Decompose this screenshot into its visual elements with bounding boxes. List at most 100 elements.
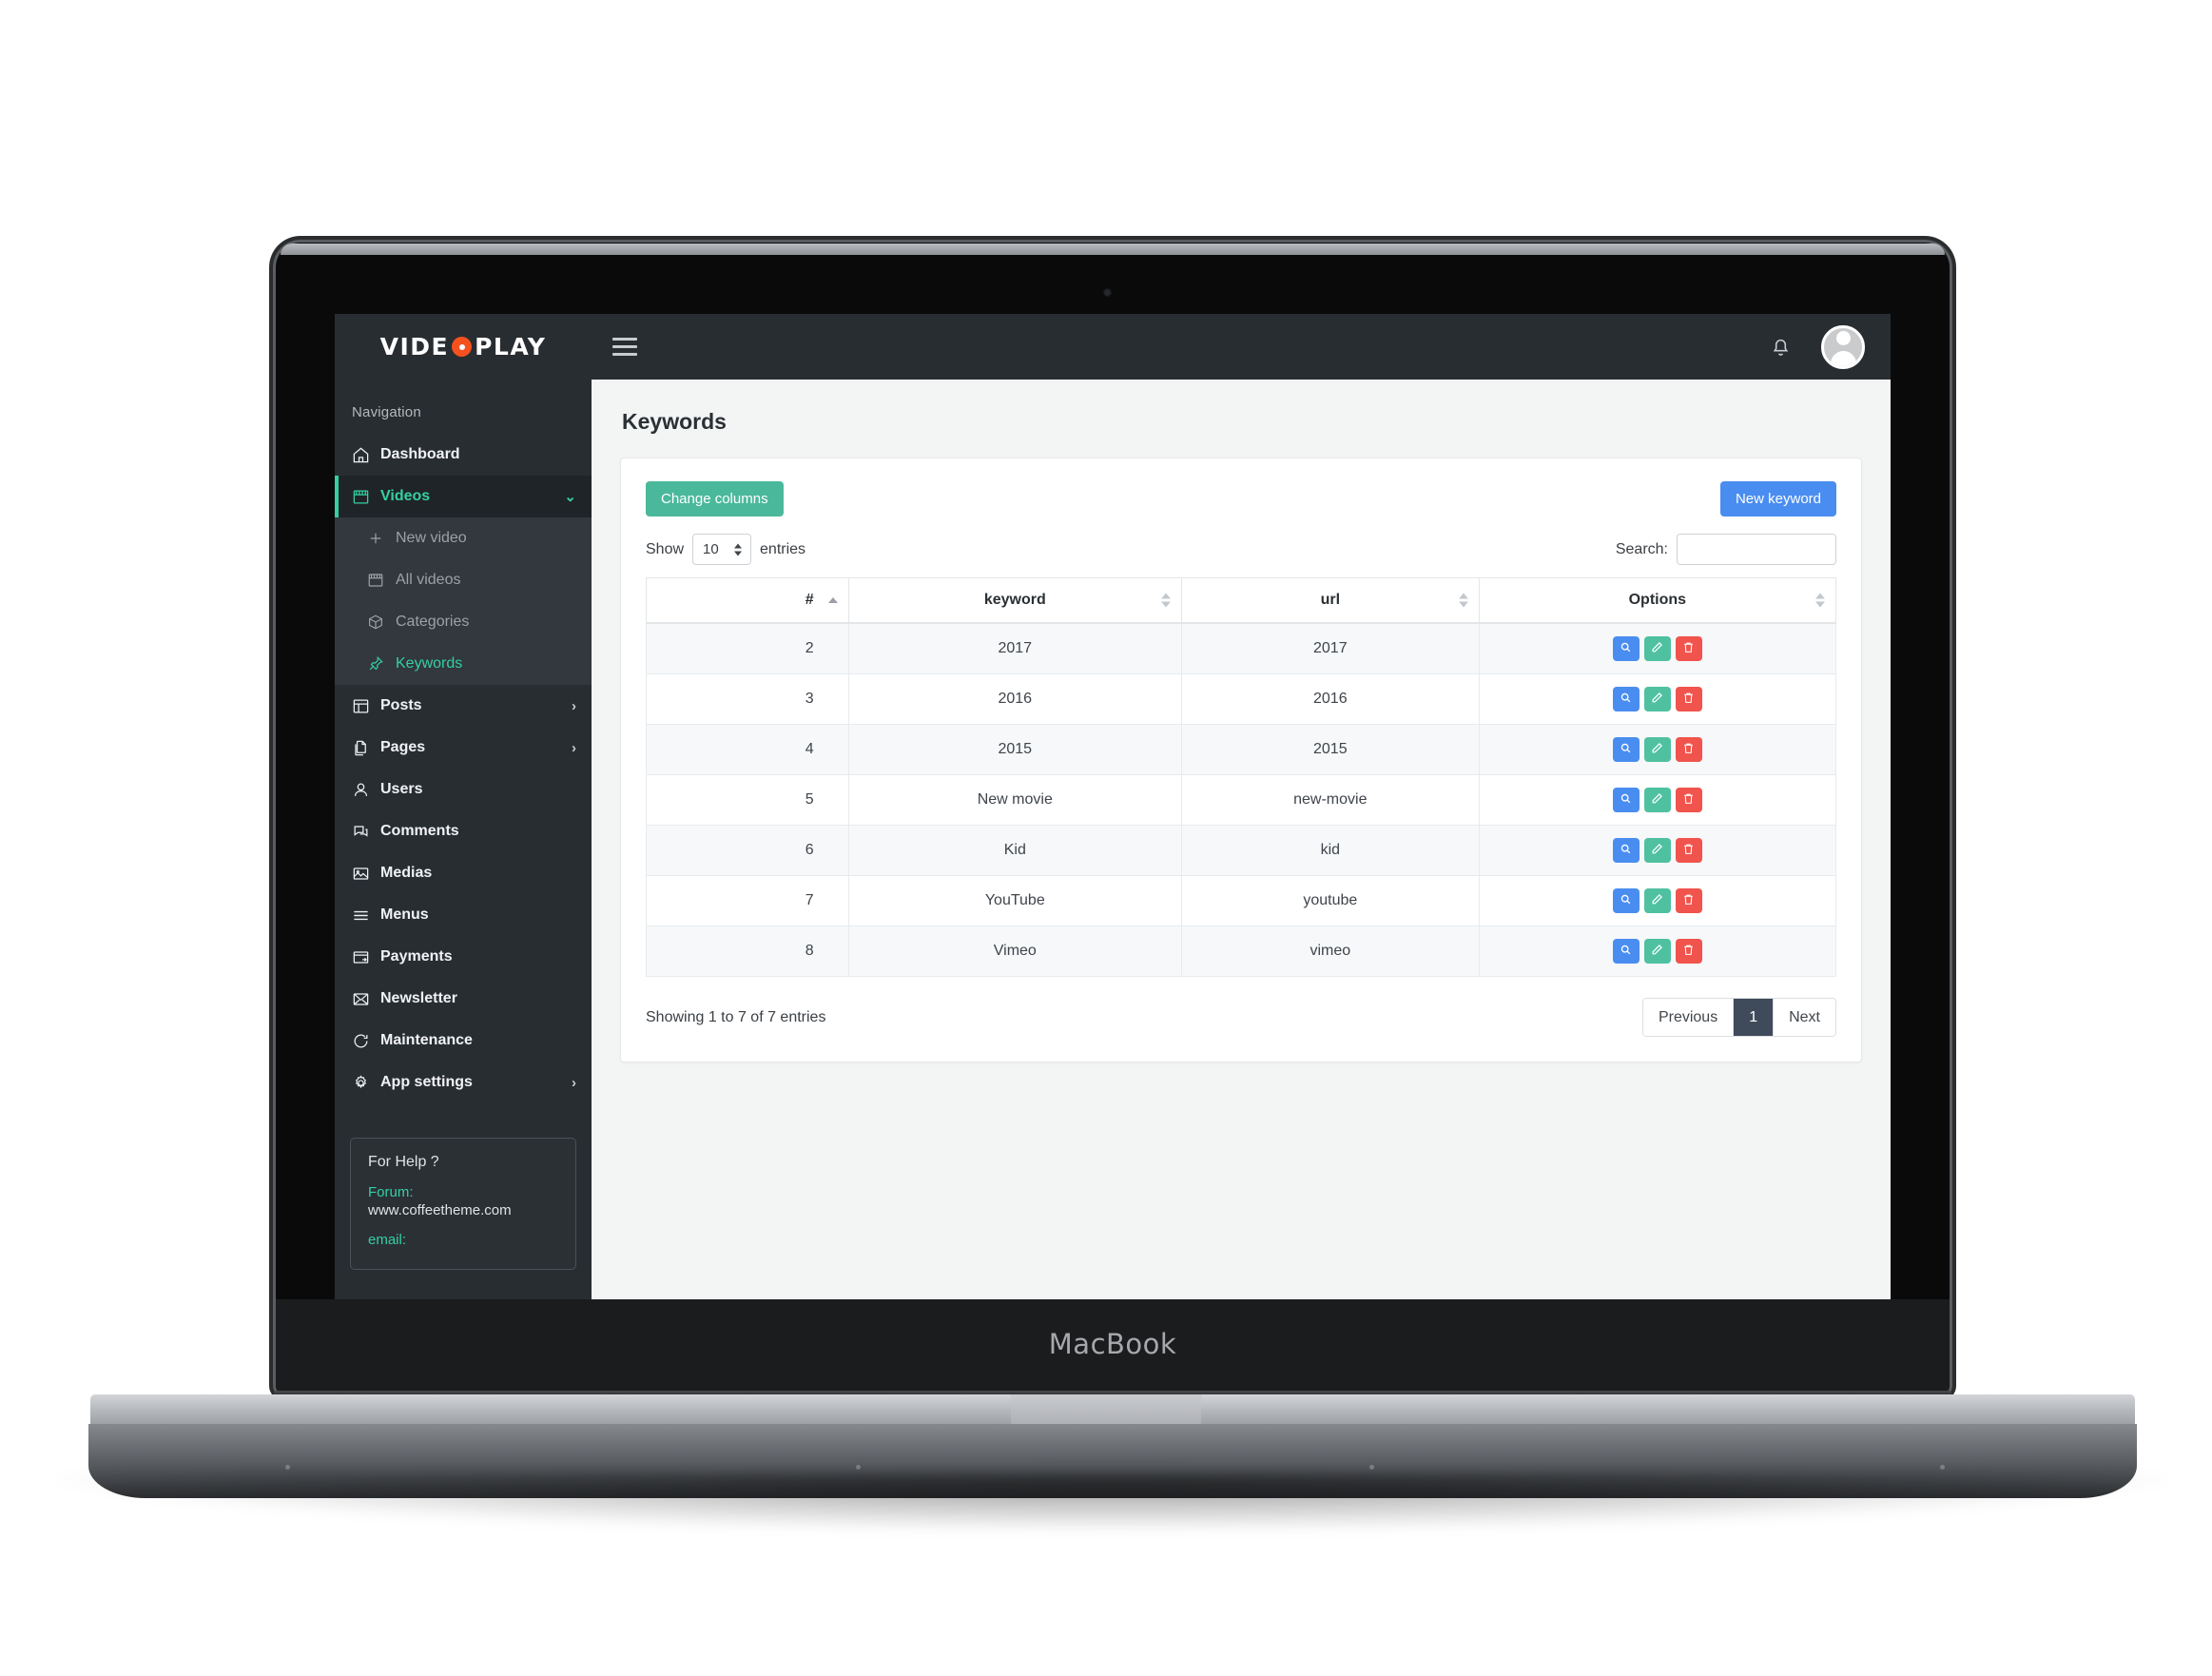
comments-icon: [352, 823, 380, 841]
pagination-next[interactable]: Next: [1774, 999, 1835, 1037]
cell-number: 7: [646, 875, 849, 926]
sidebar-subitem-new-video[interactable]: New video: [335, 517, 592, 559]
sidebar-item-newsletter[interactable]: Newsletter: [335, 978, 592, 1020]
page-length-select[interactable]: 10: [692, 534, 752, 565]
edit-button[interactable]: [1643, 838, 1671, 863]
cell-url: kid: [1180, 825, 1480, 876]
sidebar-subitem-categories[interactable]: Categories: [335, 601, 592, 643]
pencil-icon: [1651, 843, 1663, 858]
keywords-card: Change columns New keyword Show 10 entri…: [620, 458, 1862, 1063]
image-icon: [352, 865, 380, 883]
pencil-icon: [1651, 792, 1663, 808]
cell-options: [1478, 774, 1837, 826]
cell-options: [1478, 825, 1837, 876]
edit-button[interactable]: [1643, 939, 1671, 964]
keywords-table: # keyword url Options 2 2017 2017 3 2016…: [646, 577, 1837, 977]
edit-button[interactable]: [1643, 888, 1671, 913]
row-actions: [1491, 737, 1824, 762]
edit-button[interactable]: [1643, 788, 1671, 812]
column-header-number[interactable]: #: [646, 577, 849, 624]
delete-button[interactable]: [1675, 737, 1702, 762]
pages-icon: [352, 739, 380, 757]
pencil-icon: [1651, 742, 1663, 757]
new-keyword-button[interactable]: New keyword: [1719, 481, 1836, 516]
view-button[interactable]: [1612, 687, 1640, 711]
avatar[interactable]: [1821, 324, 1865, 369]
cell-options: [1478, 926, 1837, 977]
magnifier-icon: [1620, 792, 1632, 808]
sidebar-item-label: Dashboard: [380, 446, 460, 462]
cell-number: 3: [646, 673, 849, 725]
view-button[interactable]: [1612, 737, 1640, 762]
pencil-icon: [1651, 692, 1663, 707]
navigation-label: Navigation: [352, 404, 421, 420]
delete-button[interactable]: [1675, 687, 1702, 711]
edit-button[interactable]: [1643, 636, 1671, 661]
pagination-page-1[interactable]: 1: [1734, 999, 1775, 1037]
select-caret-icon: [734, 543, 743, 555]
edit-button[interactable]: [1643, 737, 1671, 762]
sidebar-item-users[interactable]: Users: [335, 769, 592, 810]
show-label: Show: [646, 540, 685, 557]
base-dot: [285, 1465, 290, 1470]
magnifier-icon: [1620, 843, 1632, 858]
delete-button[interactable]: [1675, 939, 1702, 964]
cell-keyword: 2016: [847, 673, 1182, 725]
content-area: Keywords Change columns New keyword Show…: [592, 380, 1891, 1299]
row-actions: [1491, 687, 1824, 711]
hamburger-icon[interactable]: [612, 338, 637, 356]
search-input[interactable]: [1677, 534, 1836, 565]
cell-number: 6: [646, 825, 849, 876]
sidebar-item-app-settings[interactable]: App settings ›: [335, 1062, 592, 1103]
column-label: #: [805, 592, 814, 608]
cell-url: 2017: [1180, 622, 1480, 674]
delete-button[interactable]: [1675, 838, 1702, 863]
sidebar-subitem-all-videos[interactable]: All videos: [335, 559, 592, 601]
admin-app: VIDE PLAY Navigation Dashboard Videos ⌄ …: [335, 314, 1891, 1299]
change-columns-button[interactable]: Change columns: [646, 481, 784, 516]
column-header-keyword[interactable]: keyword: [847, 577, 1182, 624]
sidebar-item-menus[interactable]: Menus: [335, 894, 592, 936]
help-forum-value[interactable]: www.coffeetheme.com: [368, 1202, 558, 1218]
delete-button[interactable]: [1675, 636, 1702, 661]
trash-icon: [1682, 692, 1695, 707]
page-length-value: 10: [703, 541, 719, 557]
cell-options: [1478, 724, 1837, 775]
sidebar-item-payments[interactable]: Payments: [335, 936, 592, 978]
delete-button[interactable]: [1675, 888, 1702, 913]
view-button[interactable]: [1612, 636, 1640, 661]
sidebar-item-label: Posts: [380, 697, 422, 713]
table-header-row: # keyword url Options: [646, 577, 1837, 624]
sidebar-item-medias[interactable]: Medias: [335, 852, 592, 894]
layout-icon: [352, 697, 380, 715]
laptop-chin: MacBook: [276, 1299, 1950, 1393]
cell-options: [1478, 622, 1837, 674]
brand-text-part2: PLAY: [475, 333, 547, 361]
sidebar-subitem-keywords[interactable]: Keywords: [335, 643, 592, 685]
view-button[interactable]: [1612, 838, 1640, 863]
cell-url: 2015: [1180, 724, 1480, 775]
column-header-options[interactable]: Options: [1478, 577, 1837, 624]
laptop-top-rim: [281, 244, 1945, 255]
entries-label: entries: [760, 540, 806, 557]
sidebar-item-videos[interactable]: Videos ⌄: [335, 476, 592, 517]
sidebar-item-pages[interactable]: Pages ›: [335, 727, 592, 769]
magnifier-icon: [1620, 641, 1632, 656]
trash-icon: [1682, 792, 1695, 808]
delete-button[interactable]: [1675, 788, 1702, 812]
sidebar-item-comments[interactable]: Comments: [335, 810, 592, 852]
view-button[interactable]: [1612, 788, 1640, 812]
column-header-url[interactable]: url: [1180, 577, 1480, 624]
pagination-previous[interactable]: Previous: [1642, 999, 1735, 1037]
row-actions: [1491, 636, 1824, 661]
bell-icon[interactable]: [1769, 335, 1793, 359]
sidebar-item-posts[interactable]: Posts ›: [335, 685, 592, 727]
view-button[interactable]: [1612, 888, 1640, 913]
brand-logo[interactable]: VIDE PLAY: [335, 314, 592, 380]
sidebar-item-maintenance[interactable]: Maintenance: [335, 1020, 592, 1062]
trash-icon: [1682, 641, 1695, 656]
view-button[interactable]: [1612, 939, 1640, 964]
sidebar-item-dashboard[interactable]: Dashboard: [335, 434, 592, 476]
menu-lines-icon: [352, 906, 380, 925]
edit-button[interactable]: [1643, 687, 1671, 711]
